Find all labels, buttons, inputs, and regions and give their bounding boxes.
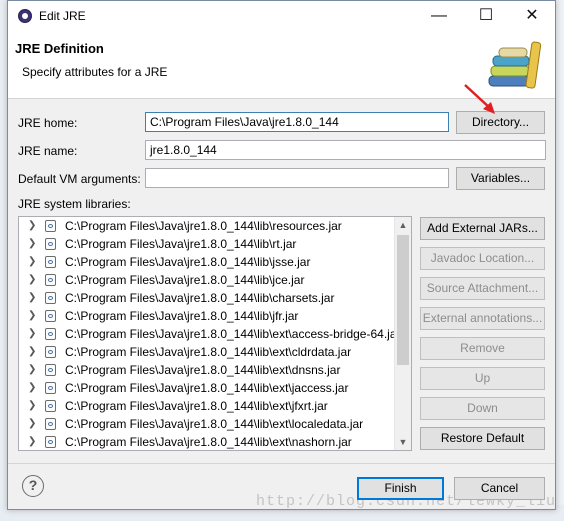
library-path: C:\Program Files\Java\jre1.8.0_144\lib\e… xyxy=(65,399,328,413)
jar-icon xyxy=(45,274,56,286)
library-row[interactable]: ❯ C:\Program Files\Java\jre1.8.0_144\lib\… xyxy=(19,325,411,343)
library-row[interactable]: ❯ C:\Program Files\Java\jre1.8.0_144\lib\… xyxy=(19,307,411,325)
library-path: C:\Program Files\Java\jre1.8.0_144\lib\e… xyxy=(65,345,352,359)
down-button[interactable]: Down xyxy=(420,397,545,420)
jre-name-input[interactable]: jre1.8.0_144 xyxy=(145,140,546,160)
library-row[interactable]: ❯ C:\Program Files\Java\jre1.8.0_144\lib\… xyxy=(19,397,411,415)
jar-icon xyxy=(45,220,56,232)
library-path: C:\Program Files\Java\jre1.8.0_144\lib\e… xyxy=(65,435,352,449)
cancel-button[interactable]: Cancel xyxy=(454,477,545,500)
restore-default-button[interactable]: Restore Default xyxy=(420,427,545,450)
library-path: C:\Program Files\Java\jre1.8.0_144\lib\e… xyxy=(65,363,341,377)
scroll-thumb[interactable] xyxy=(397,235,409,365)
jre-home-label: JRE home: xyxy=(18,116,78,130)
jar-icon xyxy=(45,238,56,250)
library-row[interactable]: ❯ C:\Program Files\Java\jre1.8.0_144\lib\… xyxy=(19,343,411,361)
page-title: JRE Definition xyxy=(15,41,104,56)
library-row[interactable]: ❯ C:\Program Files\Java\jre1.8.0_144\lib\… xyxy=(19,415,411,433)
chevron-right-icon[interactable]: ❯ xyxy=(28,361,36,379)
jar-icon xyxy=(45,256,56,268)
jar-icon xyxy=(45,328,56,340)
vm-args-input[interactable] xyxy=(145,168,449,188)
jar-icon xyxy=(45,382,56,394)
chevron-right-icon[interactable]: ❯ xyxy=(28,271,36,289)
title-bar: Edit JRE — ☐ ✕ xyxy=(8,1,555,32)
library-path: C:\Program Files\Java\jre1.8.0_144\lib\j… xyxy=(65,255,311,269)
jar-icon xyxy=(45,346,56,358)
chevron-right-icon[interactable]: ❯ xyxy=(28,307,36,325)
external-annotations-button[interactable]: External annotations... xyxy=(420,307,545,330)
library-row[interactable]: ❯ C:\Program Files\Java\jre1.8.0_144\lib\… xyxy=(19,217,411,235)
scroll-up-icon[interactable]: ▲ xyxy=(395,217,411,233)
maximize-button[interactable]: ☐ xyxy=(463,1,509,32)
scroll-down-icon[interactable]: ▼ xyxy=(395,434,411,450)
library-row[interactable]: ❯ C:\Program Files\Java\jre1.8.0_144\lib\… xyxy=(19,235,411,253)
library-path: C:\Program Files\Java\jre1.8.0_144\lib\e… xyxy=(65,327,401,341)
library-path: C:\Program Files\Java\jre1.8.0_144\lib\r… xyxy=(65,237,297,251)
chevron-right-icon[interactable]: ❯ xyxy=(28,289,36,307)
jre-home-input[interactable]: C:\Program Files\Java\jre1.8.0_144 xyxy=(145,112,449,132)
page-subtitle: Specify attributes for a JRE xyxy=(22,65,168,79)
library-path: C:\Program Files\Java\jre1.8.0_144\lib\r… xyxy=(65,219,342,233)
library-row[interactable]: ❯ C:\Program Files\Java\jre1.8.0_144\lib\… xyxy=(19,271,411,289)
library-row[interactable]: ❯ C:\Program Files\Java\jre1.8.0_144\lib\… xyxy=(19,433,411,450)
jar-icon xyxy=(45,310,56,322)
close-button[interactable]: ✕ xyxy=(509,1,555,32)
chevron-right-icon[interactable]: ❯ xyxy=(28,379,36,397)
vm-args-label: Default VM arguments: xyxy=(18,172,141,186)
library-path: C:\Program Files\Java\jre1.8.0_144\lib\j… xyxy=(65,273,305,287)
javadoc-location-button[interactable]: Javadoc Location... xyxy=(420,247,545,270)
minimize-button[interactable]: — xyxy=(416,1,462,32)
finish-button[interactable]: Finish xyxy=(357,477,444,500)
library-list: ❯ C:\Program Files\Java\jre1.8.0_144\lib\… xyxy=(19,217,411,450)
red-arrow-annotation xyxy=(464,84,495,114)
chevron-right-icon[interactable]: ❯ xyxy=(28,253,36,271)
up-button[interactable]: Up xyxy=(420,367,545,390)
jar-icon xyxy=(45,400,56,412)
jar-icon xyxy=(45,436,56,448)
jar-icon xyxy=(45,418,56,430)
edit-jre-dialog: Edit JRE — ☐ ✕ JRE Definition Specify at… xyxy=(7,0,556,510)
library-row[interactable]: ❯ C:\Program Files\Java\jre1.8.0_144\lib\… xyxy=(19,379,411,397)
jar-icon xyxy=(45,292,56,304)
footer-divider xyxy=(8,463,555,464)
variables-button[interactable]: Variables... xyxy=(456,167,545,190)
chevron-right-icon[interactable]: ❯ xyxy=(28,415,36,433)
chevron-right-icon[interactable]: ❯ xyxy=(28,433,36,450)
chevron-right-icon[interactable]: ❯ xyxy=(28,235,36,253)
jre-name-label: JRE name: xyxy=(18,144,78,158)
jar-icon xyxy=(45,364,56,376)
libraries-label: JRE system libraries: xyxy=(18,197,131,211)
chevron-right-icon[interactable]: ❯ xyxy=(28,343,36,361)
eclipse-icon xyxy=(18,9,32,23)
library-row[interactable]: ❯ C:\Program Files\Java\jre1.8.0_144\lib\… xyxy=(19,253,411,271)
chevron-right-icon[interactable]: ❯ xyxy=(28,217,36,235)
library-tree[interactable]: ❯ C:\Program Files\Java\jre1.8.0_144\lib\… xyxy=(18,216,412,451)
library-path: C:\Program Files\Java\jre1.8.0_144\lib\e… xyxy=(65,417,364,431)
library-scrollbar[interactable]: ▲ ▼ xyxy=(394,217,411,450)
help-icon[interactable]: ? xyxy=(22,475,44,497)
chevron-right-icon[interactable]: ❯ xyxy=(28,325,36,343)
window-title: Edit JRE xyxy=(39,9,86,23)
add-external-jars-button[interactable]: Add External JARs... xyxy=(420,217,545,240)
library-row[interactable]: ❯ C:\Program Files\Java\jre1.8.0_144\lib\… xyxy=(19,289,411,307)
library-path: C:\Program Files\Java\jre1.8.0_144\lib\j… xyxy=(65,309,299,323)
source-attachment-button[interactable]: Source Attachment... xyxy=(420,277,545,300)
chevron-right-icon[interactable]: ❯ xyxy=(28,397,36,415)
library-row[interactable]: ❯ C:\Program Files\Java\jre1.8.0_144\lib\… xyxy=(19,361,411,379)
library-path: C:\Program Files\Java\jre1.8.0_144\lib\c… xyxy=(65,291,335,305)
remove-button[interactable]: Remove xyxy=(420,337,545,360)
library-path: C:\Program Files\Java\jre1.8.0_144\lib\e… xyxy=(65,381,349,395)
